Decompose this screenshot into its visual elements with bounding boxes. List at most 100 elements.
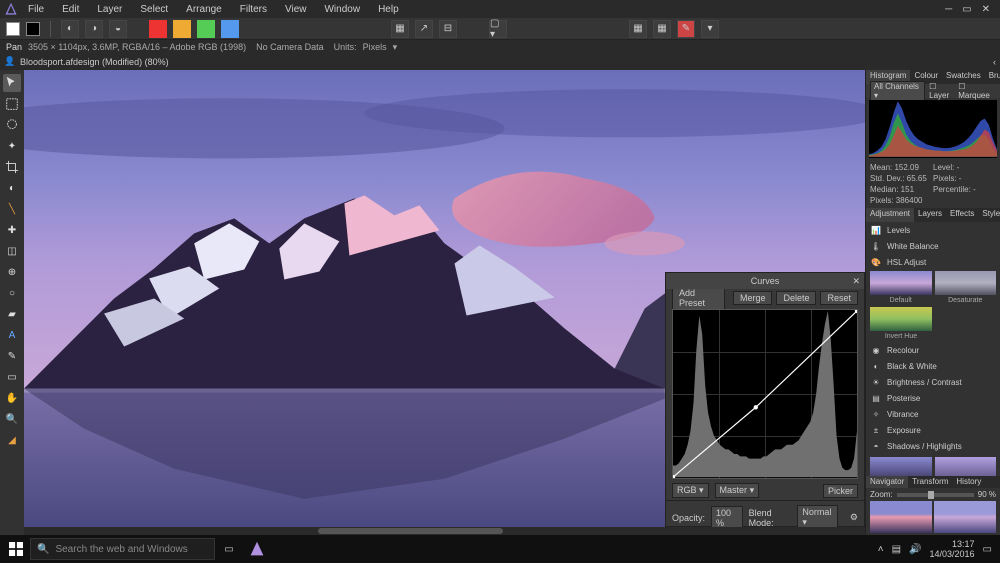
- delete-button[interactable]: Delete: [776, 291, 816, 305]
- flood-select-tool[interactable]: ✦: [3, 137, 21, 155]
- develop-tool[interactable]: ◐: [3, 179, 21, 197]
- navigator-thumb[interactable]: [870, 501, 932, 533]
- zoom-tool[interactable]: 🔍: [3, 410, 21, 428]
- curves-titlebar[interactable]: Curves ✕: [666, 273, 864, 289]
- colorpick-tool[interactable]: ◢: [3, 431, 21, 449]
- notifications-icon[interactable]: ▭: [983, 544, 992, 555]
- horizontal-scrollbar[interactable]: [24, 527, 865, 535]
- adjustment-brightness[interactable]: ☀Brightness / Contrast: [866, 374, 1000, 390]
- opt-btn[interactable]: ✎: [677, 20, 695, 38]
- tab-navigator[interactable]: Navigator: [866, 476, 908, 488]
- window-close-icon[interactable]: ✕: [982, 4, 990, 15]
- sh-preset[interactable]: [870, 457, 932, 476]
- channel-dropdown[interactable]: RGB ▾: [672, 483, 709, 498]
- master-dropdown[interactable]: Master ▾: [715, 483, 760, 498]
- adjustment-exposure[interactable]: ±Exposure: [866, 422, 1000, 438]
- opacity-field[interactable]: 100 %: [711, 506, 743, 530]
- menu-view[interactable]: View: [277, 2, 315, 17]
- gear-icon[interactable]: ⚙: [850, 512, 858, 523]
- menu-layer[interactable]: Layer: [89, 2, 130, 17]
- hsl-preset-desaturate[interactable]: Desaturate: [935, 271, 997, 295]
- tab-effects[interactable]: Effects: [946, 208, 978, 222]
- opt-btn[interactable]: ▾: [701, 20, 719, 38]
- menu-select[interactable]: Select: [132, 2, 176, 17]
- adjustment-hsl[interactable]: 🎨HSL Adjust: [866, 254, 1000, 270]
- picker-button[interactable]: Picker: [823, 484, 858, 498]
- add-preset-button[interactable]: Add Preset: [672, 286, 725, 310]
- tab-layers[interactable]: Layers: [914, 208, 946, 222]
- adjustment-posterise[interactable]: ▤Posterise: [866, 390, 1000, 406]
- adjustment-shadows[interactable]: ◓Shadows / Highlights: [866, 438, 1000, 454]
- menu-help[interactable]: Help: [370, 2, 407, 17]
- color-chip[interactable]: [173, 20, 191, 38]
- marquee-toggle[interactable]: ☐ Marquee: [958, 82, 996, 100]
- color-chip[interactable]: [221, 20, 239, 38]
- marquee-tool[interactable]: [3, 95, 21, 113]
- adjustment-levels[interactable]: 📊Levels: [866, 222, 1000, 238]
- document-tab[interactable]: Bloodsport.afdesign (Modified) (80%): [20, 57, 169, 67]
- text-tool[interactable]: A: [3, 326, 21, 344]
- opt-btn[interactable]: ▦: [653, 20, 671, 38]
- menu-edit[interactable]: Edit: [54, 2, 87, 17]
- adjustment-whitebalance[interactable]: 🌡White Balance: [866, 238, 1000, 254]
- retouch-tool[interactable]: ✚: [3, 221, 21, 239]
- move-tool[interactable]: [3, 74, 21, 92]
- tab-history[interactable]: History: [952, 476, 985, 488]
- zoom-value[interactable]: 90 %: [978, 490, 996, 499]
- taskbar-app-affinity[interactable]: [243, 535, 271, 563]
- pen-tool[interactable]: ✎: [3, 347, 21, 365]
- menu-file[interactable]: File: [20, 2, 52, 17]
- opt-btn[interactable]: ▦: [629, 20, 647, 38]
- window-restore-icon[interactable]: ▭: [962, 4, 971, 15]
- layer-toggle[interactable]: ☐ Layer: [929, 82, 956, 100]
- navigator-thumb[interactable]: [934, 501, 996, 533]
- opt-btn[interactable]: ▢ ▾: [489, 20, 507, 38]
- eraser-tool[interactable]: ◫: [3, 242, 21, 260]
- menu-window[interactable]: Window: [316, 2, 368, 17]
- taskbar-search[interactable]: 🔍 Search the web and Windows: [30, 538, 215, 560]
- channels-dropdown[interactable]: All Channels ▾: [870, 81, 925, 101]
- task-view-button[interactable]: ▭: [215, 535, 243, 563]
- zoom-slider[interactable]: [897, 493, 974, 497]
- opt-btn[interactable]: ▦: [391, 20, 409, 38]
- background-swatch[interactable]: [26, 22, 40, 36]
- color-chip[interactable]: [197, 20, 215, 38]
- lasso-tool[interactable]: [3, 116, 21, 134]
- canvas[interactable]: Curves ✕ Add Preset Merge Delete Reset: [24, 70, 865, 535]
- menu-filters[interactable]: Filters: [232, 2, 275, 17]
- sh-preset[interactable]: [935, 457, 997, 476]
- curve-graph[interactable]: [672, 309, 858, 479]
- tray-chevron-icon[interactable]: ˄: [878, 544, 884, 555]
- hsl-preset-inverthue[interactable]: Invert Hue: [870, 307, 932, 331]
- tab-adjustment[interactable]: Adjustment: [866, 208, 914, 222]
- adjustment-bw[interactable]: ◐Black & White: [866, 358, 1000, 374]
- merge-button[interactable]: Merge: [733, 291, 773, 305]
- hand-tool[interactable]: ✋: [3, 389, 21, 407]
- shape-tool[interactable]: ▭: [3, 368, 21, 386]
- reset-button[interactable]: Reset: [820, 291, 858, 305]
- foreground-swatch[interactable]: [6, 22, 20, 36]
- window-minimize-icon[interactable]: ─: [945, 4, 952, 15]
- taskbar-clock[interactable]: 13:1714/03/2016: [930, 539, 975, 559]
- opt-btn[interactable]: ◐: [61, 20, 79, 38]
- menu-arrange[interactable]: Arrange: [178, 2, 230, 17]
- opt-btn[interactable]: ◑: [85, 20, 103, 38]
- adjustment-recolour[interactable]: ◉Recolour: [866, 342, 1000, 358]
- tab-transform[interactable]: Transform: [908, 476, 952, 488]
- tray-network-icon[interactable]: ▤: [892, 544, 901, 555]
- clone-tool[interactable]: ⊕: [3, 263, 21, 281]
- color-chip[interactable]: [149, 20, 167, 38]
- tab-styles[interactable]: Styles: [978, 208, 1000, 222]
- tray-volume-icon[interactable]: 🔊: [909, 544, 921, 555]
- opt-btn[interactable]: ⊟: [439, 20, 457, 38]
- brush-tool[interactable]: ╲: [3, 200, 21, 218]
- crop-tool[interactable]: [3, 158, 21, 176]
- start-button[interactable]: [2, 535, 30, 563]
- adjustment-vibrance[interactable]: ✧Vibrance: [866, 406, 1000, 422]
- chevron-down-icon[interactable]: ▾: [393, 42, 398, 53]
- dodge-tool[interactable]: ○: [3, 284, 21, 302]
- fill-tool[interactable]: ▰: [3, 305, 21, 323]
- units-dropdown[interactable]: Pixels: [363, 42, 387, 52]
- opt-btn[interactable]: ◒: [109, 20, 127, 38]
- opt-btn[interactable]: ↗: [415, 20, 433, 38]
